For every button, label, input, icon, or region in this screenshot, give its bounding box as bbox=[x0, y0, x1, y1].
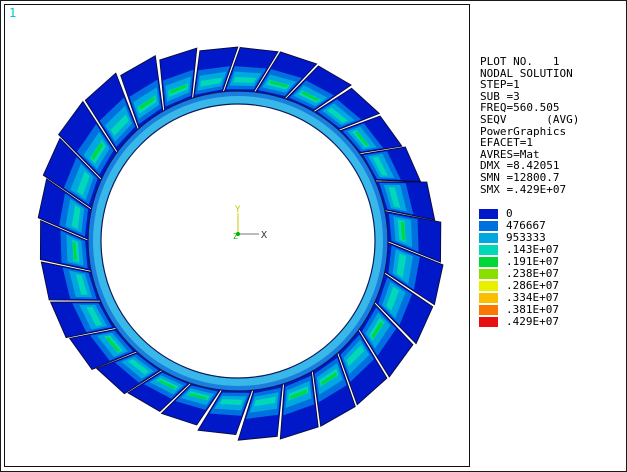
contour-swatch bbox=[479, 293, 498, 303]
contour-legend: 0 476667 953333.143E+07.191E+07.238E+07.28… bbox=[479, 208, 619, 328]
contour-swatch bbox=[479, 221, 498, 231]
contour-swatch bbox=[479, 245, 498, 255]
triad-z-label: Z bbox=[233, 232, 238, 241]
triad-y-label: Y bbox=[235, 205, 241, 215]
result-quantity: SEQV (AVG) bbox=[480, 112, 580, 126]
min-stress: SMN =12800.7 bbox=[480, 170, 560, 184]
contour-swatch bbox=[479, 305, 498, 315]
bore-hole bbox=[100, 103, 376, 379]
contour-swatch bbox=[479, 281, 498, 291]
window-number: 1 bbox=[9, 6, 17, 20]
contour-swatch bbox=[479, 233, 498, 243]
efacet-value: EFACET=1 bbox=[480, 136, 533, 150]
contour-swatch bbox=[479, 317, 498, 327]
contour-swatch bbox=[479, 269, 498, 279]
contour-level-row: 476667 bbox=[479, 220, 619, 232]
model-viewport[interactable]: 1 X Y Z bbox=[4, 4, 470, 467]
contour-swatch bbox=[479, 257, 498, 267]
contour-level-row: 0 bbox=[479, 208, 619, 220]
contour-swatch bbox=[479, 209, 498, 219]
contour-label: .429E+07 bbox=[506, 315, 559, 328]
max-stress: SMX =.429E+07 bbox=[480, 182, 567, 196]
plot-number: PLOT NO. 1 bbox=[480, 55, 560, 68]
stator-ring-contour-plot: X Y Z bbox=[37, 46, 444, 441]
contour-level-row: .429E+07 bbox=[479, 316, 619, 328]
plot-info-legend: PLOT NO. 1 NODAL SOLUTION STEP=1 SUB =3 … bbox=[480, 56, 620, 195]
ansys-graphics-window: 1 X Y Z PLOT NO. 1 NODAL SOLUTION STEP=1… bbox=[0, 0, 627, 472]
triad-x-label: X bbox=[261, 230, 267, 241]
